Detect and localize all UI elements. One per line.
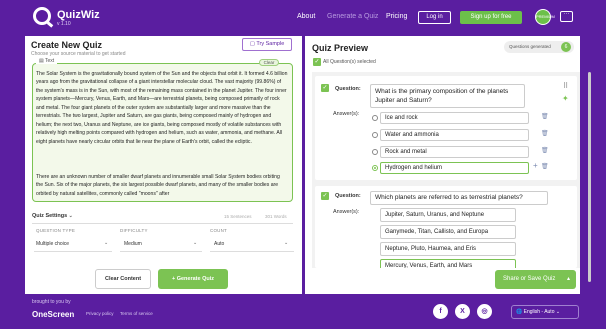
question-checkbox[interactable]: ✓ — [321, 192, 329, 200]
page-subtitle: Choose your source material to get start… — [31, 51, 126, 57]
select-underline — [120, 251, 202, 252]
chevron-down-icon: ⌄ — [555, 309, 561, 315]
all-selected-label: All Question(s) selected — [323, 59, 376, 65]
x-twitter-icon[interactable]: X — [455, 304, 470, 319]
quizwiz-logo-icon[interactable] — [33, 7, 51, 25]
select-underline — [210, 251, 294, 252]
instagram-icon[interactable]: ◎ — [477, 304, 492, 319]
chevron-down-icon: ⌄ — [193, 240, 198, 246]
answer-radio[interactable] — [372, 132, 378, 138]
answers-label: Answer(s): — [333, 209, 360, 215]
source-paragraph-2: There are an unknown number of smaller d… — [36, 174, 280, 197]
add-answer-icon[interactable]: + — [533, 161, 538, 170]
divider — [32, 223, 293, 224]
answer-radio[interactable] — [372, 115, 378, 121]
generate-quiz-button[interactable]: + Generate Quiz — [158, 269, 228, 289]
answer-input[interactable]: Ganymede, Titan, Callisto, and Europa — [380, 225, 516, 239]
answers-label: Answer(s): — [333, 111, 360, 117]
answer-clip: Mercury, Venus, Earth, and Mars — [380, 259, 516, 268]
question-type-label: QUESTION TYPE — [36, 228, 76, 233]
question-text-input[interactable]: Which planets are referred to as terrest… — [370, 191, 548, 205]
language-select[interactable]: 🌐 English - Auto ⌄ — [511, 305, 579, 319]
question-label: Question: — [335, 193, 361, 199]
question-text-input[interactable]: What is the primary composition of the p… — [370, 84, 525, 108]
answer-input[interactable]: Water and ammonia — [380, 129, 529, 141]
select-all-checkbox[interactable]: ✓ — [313, 58, 321, 66]
drag-handle-icon[interactable]: ⠿ — [563, 82, 568, 90]
globe-icon: 🌐 — [516, 309, 524, 315]
answer-radio[interactable] — [372, 149, 378, 155]
correct-answer-input[interactable]: Mercury, Venus, Earth, and Mars — [380, 259, 516, 268]
question-type-select[interactable]: Multiple choice — [36, 241, 69, 247]
page-title: Create New Quiz — [31, 40, 103, 50]
terms-link[interactable]: Terms of service — [120, 311, 153, 316]
chevron-down-icon: ⌄ — [284, 240, 289, 246]
questions-generated-count: 6 — [561, 42, 571, 52]
trash-icon[interactable]: 🗑 — [541, 130, 549, 137]
sentence-count: 15 Sentences — [224, 214, 252, 219]
clear-text-button[interactable]: Clear — [259, 59, 279, 66]
facebook-icon[interactable]: f — [433, 304, 448, 319]
chevron-down-icon: ⌄ — [104, 240, 109, 246]
answer-input[interactable]: Rock and metal — [380, 146, 529, 158]
brand-name[interactable]: QuizWiz — [57, 9, 100, 21]
word-count: 301 Words — [265, 214, 287, 219]
text-tab-label: ▤ Text — [36, 58, 58, 64]
chevron-down-icon: ⌄ — [68, 213, 73, 219]
clear-content-button[interactable]: Clear Content — [95, 269, 151, 289]
share-save-button[interactable]: Share or Save Quiz ▴ — [495, 270, 576, 289]
quiz-settings-title[interactable]: Quiz Settings ⌄ — [32, 213, 73, 219]
question-checkbox[interactable]: ✓ — [321, 84, 329, 92]
nav-pricing[interactable]: Pricing — [386, 13, 407, 20]
trash-icon[interactable]: 🗑 — [541, 147, 549, 154]
chat-icon[interactable]: ··· — [560, 11, 573, 22]
count-select[interactable]: Auto — [214, 241, 224, 247]
answer-radio-selected[interactable] — [372, 165, 378, 171]
avatar[interactable]: PREMIUM — [535, 9, 555, 25]
trash-icon[interactable]: 🗑 — [541, 163, 549, 170]
preview-title: Quiz Preview — [312, 43, 369, 53]
select-underline — [34, 251, 112, 252]
nav-about[interactable]: About — [297, 13, 315, 20]
correct-answer-input[interactable]: Hydrogen and helium — [380, 162, 529, 174]
answer-input[interactable]: Jupiter, Saturn, Uranus, and Neptune — [380, 208, 516, 222]
login-button[interactable]: Log in — [418, 11, 451, 24]
difficulty-label: DIFFICULTY — [120, 228, 148, 233]
chevron-up-icon: ▴ — [566, 276, 570, 282]
brought-by-label: brought to you by — [32, 299, 71, 305]
trash-icon[interactable]: 🗑 — [541, 113, 549, 120]
version-label: v 1.10 — [57, 21, 71, 27]
try-sample-button[interactable]: ▢ Try Sample — [242, 38, 292, 51]
answer-input[interactable]: Neptune, Pluto, Haumea, and Eris — [380, 242, 516, 256]
difficulty-select[interactable]: Medium — [124, 241, 142, 247]
privacy-link[interactable]: Privacy policy — [86, 311, 114, 316]
preview-scrollbar[interactable] — [588, 72, 591, 282]
answer-input[interactable]: Ice and rock — [380, 112, 529, 124]
signup-button[interactable]: Sign up for free — [460, 11, 522, 24]
onescreen-logo[interactable]: OneScreen — [32, 310, 74, 319]
question-label: Question: — [335, 86, 361, 92]
sparkle-icon[interactable]: ✦ — [562, 94, 569, 103]
source-paragraph-1: The Solar System is the gravitationally … — [36, 71, 288, 145]
count-label: COUNT — [210, 228, 227, 233]
nav-generate-quiz[interactable]: Generate a Quiz — [327, 13, 378, 20]
